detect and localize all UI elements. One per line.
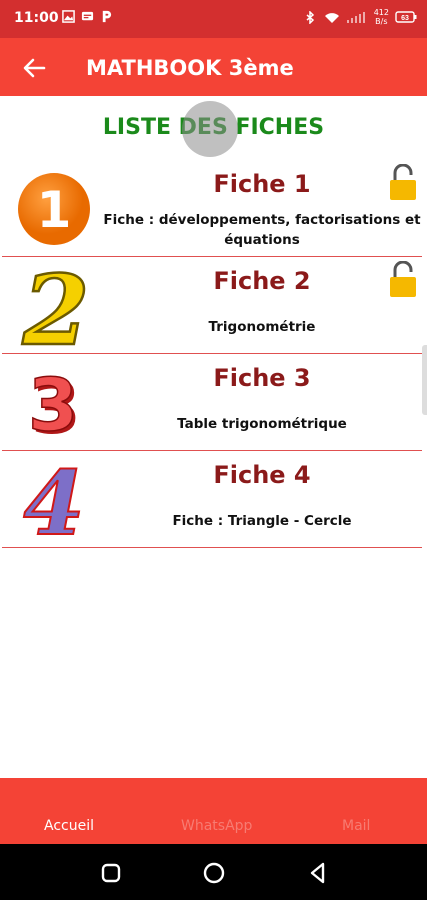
nav-accueil[interactable]: Accueil <box>44 818 94 834</box>
status-bar: 11:00 412 B/s 63 <box>0 0 427 38</box>
unlocked-padlock-icon[interactable] <box>388 261 418 299</box>
back-arrow-icon[interactable] <box>20 54 48 82</box>
number-two-label: 2 <box>22 262 90 348</box>
network-speed: 412 B/s <box>374 8 389 26</box>
bluetooth-mute-icon <box>306 10 314 24</box>
unlocked-padlock-icon[interactable] <box>388 164 418 202</box>
number-two-icon: 2 <box>20 262 90 348</box>
battery-level: 63 <box>401 15 409 22</box>
fiche-4-title: Fiche 4 <box>213 461 311 489</box>
number-three-label: 3 <box>28 363 78 445</box>
app-bar: MATHBOOK 3ème <box>0 38 427 96</box>
status-system-icons: 412 B/s 63 <box>304 8 417 26</box>
parking-app-icon <box>102 10 112 23</box>
number-three-icon: 3 3 <box>27 362 81 445</box>
fiche-1-description-line2: équations <box>224 232 300 248</box>
fiche-2-title: Fiche 2 <box>213 267 311 295</box>
number-one-icon: 1 <box>18 173 90 245</box>
fiche-2-description: Trigonométrie <box>208 319 316 335</box>
fiche-4-description: Fiche : Triangle - Cercle <box>172 513 352 529</box>
edge-panel-handle[interactable] <box>422 345 427 415</box>
touch-indicator <box>182 101 238 157</box>
signal-icon <box>346 11 365 23</box>
system-navigation-bar <box>0 844 427 900</box>
list-item-fiche-3[interactable]: 3 3 Fiche 3 Table trigonométrique <box>2 354 422 451</box>
number-four-label: 4 <box>23 456 84 542</box>
wifi-icon <box>324 12 339 23</box>
home-icon[interactable] <box>201 860 227 886</box>
status-time: 11:00 <box>14 10 59 26</box>
status-notification-icons <box>62 10 113 23</box>
battery-icon: 63 <box>395 11 417 23</box>
net-speed-unit: B/s <box>375 17 388 26</box>
back-icon[interactable] <box>305 860 331 886</box>
app-title: MATHBOOK 3ème <box>86 56 294 80</box>
recent-apps-icon[interactable] <box>98 860 124 886</box>
fiche-3-title: Fiche 3 <box>213 364 311 392</box>
message-icon <box>81 11 94 21</box>
list-item-fiche-2[interactable]: 2 Fiche 2 Trigonométrie <box>2 257 422 354</box>
number-one-label: 1 <box>37 181 72 239</box>
nav-mail[interactable]: Mail <box>342 818 370 834</box>
list-item-fiche-1[interactable]: 1 Fiche 1 Fiche : développements, factor… <box>2 160 422 257</box>
fiche-1-description-line1: Fiche : développements, factorisations e… <box>103 212 421 228</box>
gallery-icon <box>62 10 75 23</box>
nav-whatsapp[interactable]: WhatsApp <box>181 818 252 834</box>
fiche-1-description: Fiche : développements, factorisations e… <box>102 210 422 250</box>
net-speed-value: 412 <box>373 8 389 17</box>
list-item-fiche-4[interactable]: 4 Fiche 4 Fiche : Triangle - Cercle <box>2 451 422 548</box>
fiche-3-description: Table trigonométrique <box>177 416 347 432</box>
bottom-navigation: Accueil WhatsApp Mail <box>0 778 427 844</box>
number-four-icon: 4 <box>22 456 85 542</box>
fiche-1-title: Fiche 1 <box>213 170 311 198</box>
